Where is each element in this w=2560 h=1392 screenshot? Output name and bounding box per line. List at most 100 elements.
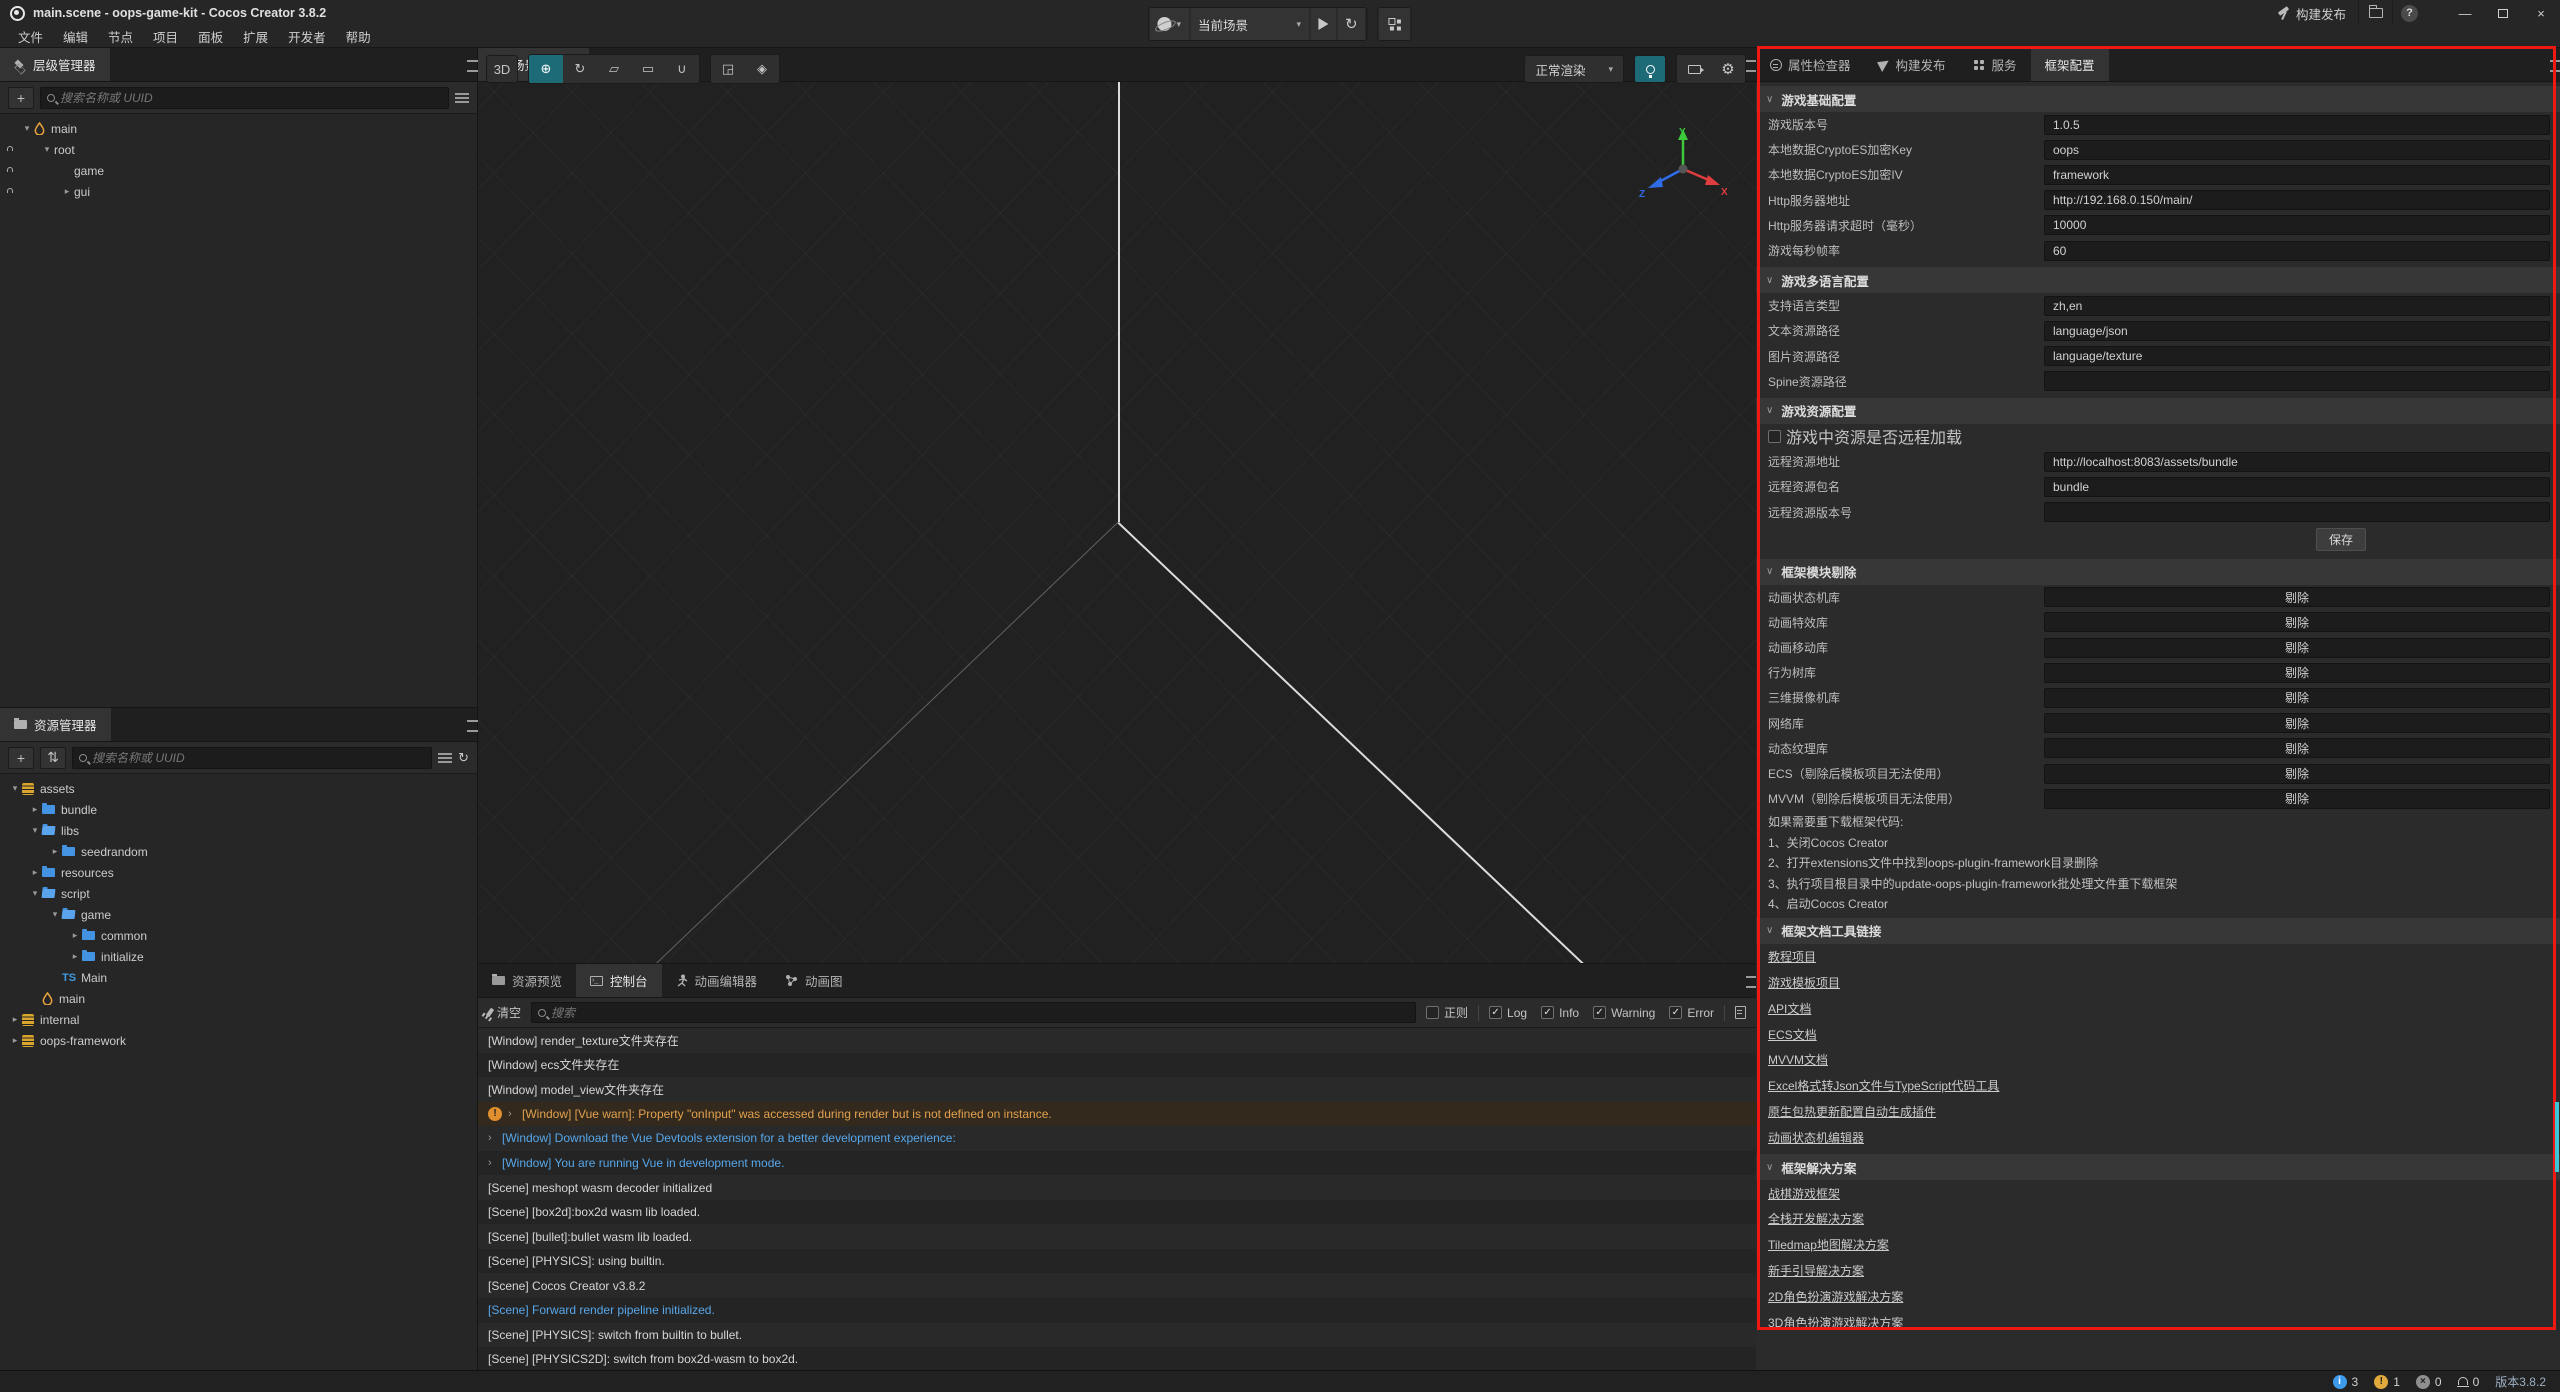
log-row[interactable]: [Scene] [box2d]:box2d wasm lib loaded. [478, 1200, 1756, 1225]
log-row[interactable]: [Window] ecs文件夹存在 [478, 1053, 1756, 1078]
scale-tool-button[interactable]: ▱ [597, 55, 631, 83]
tree-row-seedrandom[interactable]: ▸seedrandom [0, 841, 477, 862]
preview-scene-select[interactable]: 当前场景 ▾ [1190, 8, 1310, 40]
menu-item-2[interactable]: 节点 [98, 27, 143, 46]
doc-link[interactable]: 动画状态机编辑器 [1768, 1129, 1864, 1146]
tab-动画编辑器[interactable]: 动画编辑器 [662, 964, 772, 997]
module-remove-button[interactable]: 剔除 [2044, 587, 2550, 607]
rect-tool-button[interactable]: ▭ [631, 55, 665, 83]
tree-row-game[interactable]: ▾game [0, 904, 477, 925]
doc-link[interactable]: 战棋游戏框架 [1768, 1185, 1840, 1202]
module-remove-button[interactable]: 剔除 [2044, 713, 2550, 733]
menu-item-1[interactable]: 编辑 [53, 27, 98, 46]
tab-属性检查器[interactable]: 属性检查器 [1756, 48, 1865, 81]
assets-filter-icon[interactable] [438, 753, 452, 763]
hierarchy-filter-icon[interactable] [455, 93, 469, 103]
module-remove-button[interactable]: 剔除 [2044, 612, 2550, 632]
tree-row-common[interactable]: ▸common [0, 925, 477, 946]
assets-search-input[interactable] [92, 751, 425, 765]
dimension-toggle-button[interactable]: 3D [486, 55, 518, 83]
expand-icon[interactable]: ▸ [28, 867, 42, 878]
property-input[interactable]: oops [2044, 140, 2550, 160]
expand-icon[interactable]: › [488, 1132, 496, 1144]
property-input[interactable]: http://localhost:8083/assets/bundle [2044, 452, 2550, 472]
tree-row-main[interactable]: ▾main [0, 118, 477, 139]
rotate-tool-button[interactable]: ↻ [563, 55, 597, 83]
collapse-icon[interactable]: ▾ [8, 783, 22, 794]
scene-viewport[interactable]: Y X Z [478, 82, 1756, 963]
scene-camera-button[interactable] [1677, 55, 1711, 83]
filter-warning-checkbox[interactable]: ✓Warning [1593, 1006, 1655, 1020]
section-header-框架文档工具链接[interactable]: ∨框架文档工具链接 [1756, 918, 2560, 944]
doc-link[interactable]: 原生包热更新配置自动生成插件 [1768, 1103, 1936, 1120]
expand-icon[interactable]: ▸ [60, 186, 74, 197]
status-warning-counter[interactable]: ! 1 [2374, 1375, 2400, 1389]
section-header-框架模块剔除[interactable]: ∨框架模块剔除 [1756, 559, 2560, 585]
tree-row-main[interactable]: main [0, 988, 477, 1009]
menu-item-4[interactable]: 面板 [188, 27, 233, 46]
doc-link[interactable]: MVVM文档 [1768, 1051, 1828, 1068]
property-input[interactable]: http://192.168.0.150/main/ [2044, 190, 2550, 210]
collapse-icon[interactable]: ▾ [40, 144, 54, 155]
section-header-游戏资源配置[interactable]: ∨游戏资源配置 [1756, 398, 2560, 424]
tree-row-Main[interactable]: TSMain [0, 967, 477, 988]
tree-row-resources[interactable]: ▸resources [0, 862, 477, 883]
module-remove-button[interactable]: 剔除 [2044, 738, 2550, 758]
expand-icon[interactable]: ▸ [68, 951, 82, 962]
menu-item-5[interactable]: 扩展 [233, 27, 278, 46]
doc-link[interactable]: ECS文档 [1768, 1026, 1817, 1043]
filter-log-checkbox[interactable]: ✓Log [1489, 1006, 1527, 1020]
tree-row-gui[interactable]: ▸gui [0, 181, 477, 202]
doc-link[interactable]: 2D角色扮演游戏解决方案 [1768, 1288, 1903, 1305]
scene-orientation-gizmo[interactable]: Y X Z [1637, 123, 1729, 215]
tree-row-initialize[interactable]: ▸initialize [0, 946, 477, 967]
log-row[interactable]: [Scene] Forward render pipeline initiali… [478, 1298, 1756, 1323]
remote-load-checkbox[interactable]: 游戏中资源是否远程加载 [1768, 424, 1962, 448]
expand-icon[interactable]: ▸ [68, 930, 82, 941]
preview-qrcode-button[interactable] [1378, 7, 1412, 41]
expand-icon[interactable]: ▸ [8, 1014, 22, 1025]
open-log-file-icon[interactable] [1735, 1006, 1746, 1019]
property-input[interactable] [2044, 371, 2550, 391]
log-row[interactable]: [Window] render_texture文件夹存在 [478, 1028, 1756, 1053]
create-asset-button[interactable]: + [8, 747, 34, 769]
log-row[interactable]: [Scene] [PHYSICS2D]: switch from box2d-w… [478, 1347, 1756, 1372]
tab-动画图[interactable]: 动画图 [771, 964, 857, 997]
property-input[interactable]: language/texture [2044, 346, 2550, 366]
collapse-icon[interactable]: ▾ [20, 123, 34, 134]
build-publish-button[interactable]: 构建发布 [2265, 1, 2358, 25]
doc-link[interactable]: Tiledmap地图解决方案 [1768, 1236, 1889, 1253]
render-mode-select[interactable]: 正常渲染 ▾ [1524, 55, 1624, 83]
expand-icon[interactable]: ▸ [28, 804, 42, 815]
expand-icon[interactable]: › [508, 1108, 516, 1120]
doc-link[interactable]: 教程项目 [1768, 948, 1816, 965]
log-row[interactable]: [Scene] [PHYSICS]: using builtin. [478, 1249, 1756, 1274]
module-remove-button[interactable]: 剔除 [2044, 663, 2550, 683]
tree-row-bundle[interactable]: ▸bundle [0, 799, 477, 820]
expand-icon[interactable]: ▸ [48, 846, 62, 857]
status-info-counter[interactable]: i 3 [2333, 1375, 2359, 1389]
module-remove-button[interactable]: 剔除 [2044, 638, 2550, 658]
collapse-icon[interactable]: ▾ [48, 909, 62, 920]
tree-row-oops-framework[interactable]: ▸oops-framework [0, 1030, 477, 1051]
log-row[interactable]: [Scene] [bullet]:bullet wasm lib loaded. [478, 1224, 1756, 1249]
move-tool-button[interactable]: ⊕ [529, 55, 563, 83]
tab-框架配置[interactable]: 框架配置 [2031, 48, 2109, 81]
module-remove-button[interactable]: 剔除 [2044, 688, 2550, 708]
maximize-button[interactable] [2484, 0, 2522, 26]
tree-row-root[interactable]: ▾root [0, 139, 477, 160]
log-row[interactable]: ›[Window] Download the Vue Devtools exte… [478, 1126, 1756, 1151]
tab-资源预览[interactable]: 资源预览 [478, 964, 576, 997]
filter-info-checkbox[interactable]: ✓Info [1541, 1006, 1579, 1020]
property-input[interactable]: 10000 [2044, 215, 2550, 235]
regex-checkbox[interactable]: 正则 [1426, 1004, 1468, 1021]
lighting-toggle-button[interactable] [1634, 55, 1666, 83]
module-remove-button[interactable]: 剔除 [2044, 789, 2550, 809]
tab-构建发布[interactable]: 构建发布 [1865, 48, 1960, 81]
save-button[interactable]: 保存 [2316, 528, 2366, 551]
property-input[interactable] [2044, 502, 2550, 522]
preview-device-dropdown[interactable]: ▾ [1149, 8, 1190, 40]
tab-控制台[interactable]: ›_控制台 [576, 964, 662, 997]
menu-item-7[interactable]: 帮助 [336, 27, 381, 46]
play-button[interactable] [1310, 8, 1337, 40]
